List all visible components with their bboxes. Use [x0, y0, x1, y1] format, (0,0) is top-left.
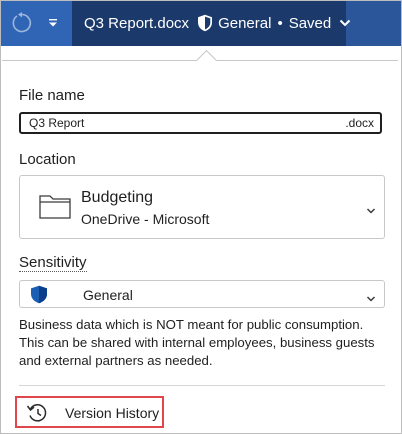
folder-icon: [39, 193, 71, 224]
undo-button[interactable]: [9, 10, 35, 36]
version-history-label: Version History: [65, 405, 160, 421]
chevron-down-icon: [366, 202, 376, 220]
file-name-label: File name: [19, 87, 85, 104]
file-extension: .docx: [345, 116, 374, 130]
file-name-field[interactable]: .docx: [19, 112, 382, 134]
divider: [19, 385, 385, 386]
sensitivity-label: Sensitivity: [19, 254, 87, 272]
document-title-button[interactable]: Q3 Report.docx General • Saved: [84, 0, 351, 46]
shield-icon: [30, 285, 48, 309]
file-name-input[interactable]: [29, 116, 279, 130]
shield-icon: [197, 14, 213, 32]
document-title: Q3 Report.docx: [84, 14, 190, 32]
sensitivity-description: Business data which is NOT meant for pub…: [19, 317, 375, 368]
chevron-down-icon: [366, 290, 376, 308]
location-dropdown[interactable]: Budgeting OneDrive - Microsoft: [19, 175, 385, 239]
sensitivity-value: General: [83, 287, 133, 303]
sensitivity-dropdown[interactable]: General: [19, 280, 385, 308]
location-name: Budgeting: [81, 189, 154, 206]
location-service: OneDrive - Microsoft: [81, 211, 210, 227]
sensitivity-label-text: Sensitivity: [19, 254, 87, 272]
location-label: Location: [19, 151, 76, 168]
history-icon: [26, 403, 48, 423]
sensitivity-status: General: [218, 14, 272, 32]
save-status: Saved: [288, 14, 332, 32]
chevron-down-icon: [339, 18, 351, 28]
customize-qat-button[interactable]: [43, 12, 63, 34]
undo-icon: [12, 12, 32, 33]
title-bar: Q3 Report.docx General • Saved: [0, 0, 402, 46]
version-history-button[interactable]: Version History: [15, 396, 164, 428]
qat-dropdown-icon: [49, 19, 57, 27]
separator-dot: •: [277, 14, 283, 32]
